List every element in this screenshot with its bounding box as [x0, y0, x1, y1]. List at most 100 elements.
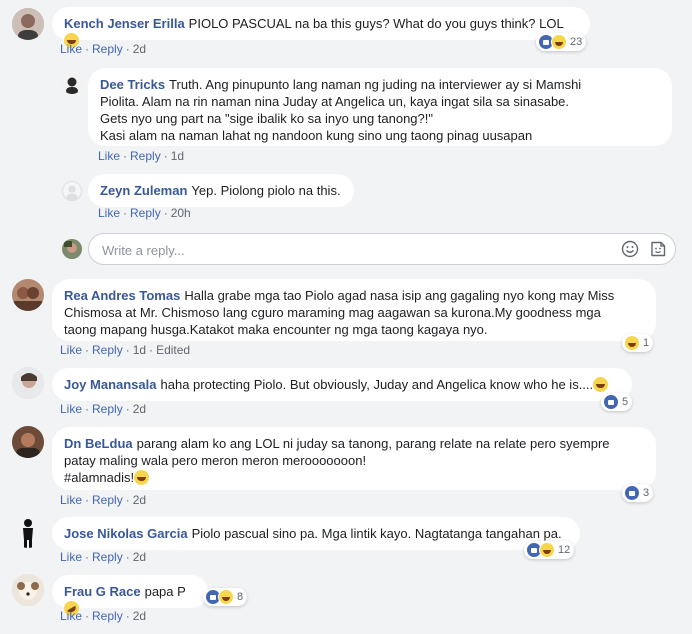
smiley-icon[interactable]	[621, 240, 639, 258]
reply-link[interactable]: Reply	[92, 343, 123, 357]
reaction-summary[interactable]: 3	[622, 484, 654, 502]
avatar[interactable]	[62, 181, 82, 201]
avatar[interactable]	[12, 367, 44, 399]
reply-link[interactable]: Reply	[92, 493, 123, 507]
separator: ·	[85, 493, 90, 507]
separator: ·	[125, 493, 130, 507]
like-reaction-icon	[603, 394, 619, 410]
reaction-summary[interactable]: 23	[536, 33, 587, 51]
avatar[interactable]	[12, 8, 44, 40]
reply-link[interactable]: Reply	[92, 609, 123, 623]
like-link[interactable]: Like	[60, 402, 82, 416]
comment-author[interactable]: Dn BeLdua	[64, 436, 133, 451]
reply-link[interactable]: Reply	[130, 206, 161, 220]
comment-author[interactable]: Joy Manansala	[64, 377, 157, 392]
reaction-count: 8	[237, 591, 244, 603]
comment-actions: Like · Reply · 2d	[60, 492, 146, 508]
comment-timestamp[interactable]: 20h	[171, 206, 191, 220]
separator: ·	[125, 343, 130, 357]
reaction-summary[interactable]: 12	[524, 541, 575, 559]
comment-timestamp[interactable]: 2d	[133, 42, 146, 56]
sticker-icon[interactable]	[649, 240, 667, 258]
haha-reaction-icon	[624, 335, 640, 351]
like-link[interactable]: Like	[60, 550, 82, 564]
reply-input[interactable]	[100, 234, 584, 266]
comment-actions: Like · Reply · 2d	[60, 608, 146, 624]
reaction-summary[interactable]: 1	[622, 334, 654, 352]
separator: ·	[125, 402, 130, 416]
edited-label[interactable]: Edited	[156, 343, 190, 357]
reaction-count: 12	[558, 544, 571, 556]
haha-reaction-icon	[551, 34, 567, 50]
comment-actions: Like · Reply · 1d	[98, 148, 184, 164]
laughing-emoji	[593, 377, 609, 392]
like-link[interactable]: Like	[98, 149, 120, 163]
comment-bubble: Frau G Race papa P	[52, 575, 208, 619]
avatar[interactable]	[12, 516, 44, 548]
separator: ·	[123, 206, 128, 220]
separator: ·	[163, 149, 168, 163]
comment-bubble: Rea Andres Tomas Halla grabe mga tao Piol…	[52, 279, 656, 341]
comment-actions: Like · Reply · 2d	[60, 41, 146, 57]
avatar[interactable]	[12, 279, 44, 311]
avatar[interactable]	[62, 74, 82, 94]
comment-text: Yep. Piolong piolo na this.	[191, 183, 341, 198]
comment-bubble: Dee Tricks Truth. Ang pinupunto lang nama…	[88, 68, 672, 146]
reply-link[interactable]: Reply	[92, 42, 123, 56]
reaction-count: 5	[622, 396, 629, 408]
comment-author[interactable]: Rea Andres Tomas	[64, 288, 180, 303]
comment-bubble: Dn BeLdua parang alam ko ang LOL ni juday…	[52, 427, 656, 490]
comment-text: haha protecting Piolo. But obviously, Ju…	[160, 377, 594, 392]
comment-timestamp[interactable]: 2d	[133, 402, 146, 416]
current-user-avatar	[62, 239, 82, 259]
separator: ·	[123, 149, 128, 163]
like-link[interactable]: Like	[60, 42, 82, 56]
separator: ·	[149, 343, 154, 357]
haha-reaction-icon	[539, 542, 555, 558]
comment-author[interactable]: Frau G Race	[64, 584, 141, 599]
separator: ·	[85, 402, 90, 416]
comment-author[interactable]: Dee Tricks	[100, 77, 165, 92]
like-link[interactable]: Like	[60, 343, 82, 357]
like-link[interactable]: Like	[60, 493, 82, 507]
comment-author[interactable]: Jose Nikolas Garcia	[64, 526, 188, 541]
haha-reaction-icon	[218, 589, 234, 605]
avatar[interactable]	[12, 574, 44, 606]
comment-actions: Like · Reply · 20h	[98, 205, 191, 221]
reaction-count: 1	[643, 337, 650, 349]
reaction-summary[interactable]: 5	[601, 393, 633, 411]
separator: ·	[163, 206, 168, 220]
separator: ·	[85, 550, 90, 564]
separator: ·	[125, 42, 130, 56]
comment-timestamp[interactable]: 2d	[133, 609, 146, 623]
comment-timestamp[interactable]: 1d	[171, 149, 184, 163]
like-reaction-icon	[624, 485, 640, 501]
reaction-summary[interactable]: 8	[203, 588, 248, 606]
reply-link[interactable]: Reply	[92, 550, 123, 564]
like-link[interactable]: Like	[60, 609, 82, 623]
reply-composer[interactable]	[88, 233, 676, 266]
comment-text: PIOLO PASCUAL na ba this guys? What do y…	[188, 16, 564, 31]
laughing-emoji	[134, 470, 150, 485]
comment-author[interactable]: Kench Jenser Erilla	[64, 16, 185, 31]
comment-actions: Like · Reply · 2d	[60, 401, 146, 417]
comment-actions: Like · Reply · 1d · Edited	[60, 342, 190, 358]
comment-author[interactable]: Zeyn Zuleman	[100, 183, 187, 198]
reaction-count: 3	[643, 487, 650, 499]
comment-bubble: Jose Nikolas Garcia Piolo pascual sino pa…	[52, 517, 580, 550]
separator: ·	[85, 42, 90, 56]
comment-text: Truth. Ang pinupunto lang naman ng judin…	[100, 77, 582, 143]
comment-bubble: Kench Jenser Erilla PIOLO PASCUAL na ba t…	[52, 7, 590, 48]
comment-text: Piolo pascual sino pa. Mga lintik kayo. …	[191, 526, 562, 541]
reply-link[interactable]: Reply	[130, 149, 161, 163]
separator: ·	[125, 550, 130, 564]
comment-actions: Like · Reply · 2d	[60, 549, 146, 565]
comment-text: papa P	[144, 584, 186, 599]
comment-timestamp[interactable]: 2d	[133, 493, 146, 507]
comment-bubble: Joy Manansala haha protecting Piolo. But …	[52, 368, 632, 401]
reply-link[interactable]: Reply	[92, 402, 123, 416]
avatar[interactable]	[12, 426, 44, 458]
like-link[interactable]: Like	[98, 206, 120, 220]
comment-timestamp[interactable]: 2d	[133, 550, 146, 564]
comment-timestamp[interactable]: 1d	[133, 343, 146, 357]
